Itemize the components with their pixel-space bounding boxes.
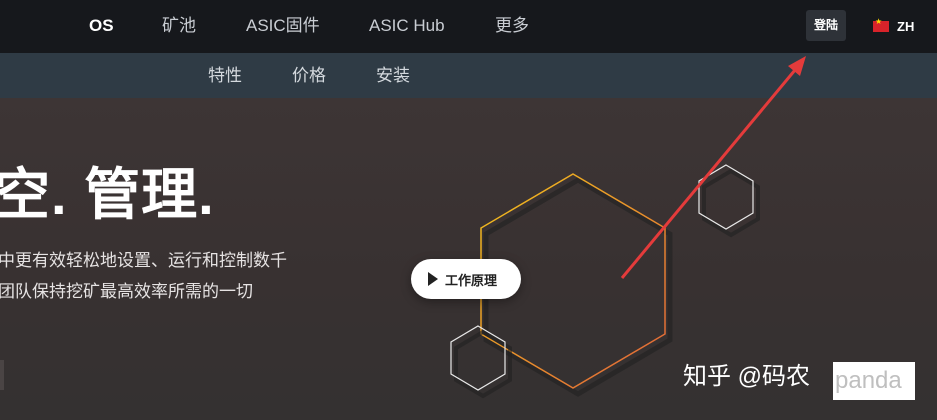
nav-item-pool[interactable]: 矿池 bbox=[162, 14, 196, 38]
nav-item-os[interactable]: OS bbox=[89, 14, 114, 38]
subnav-item-pricing[interactable]: 价格 bbox=[292, 64, 326, 88]
login-button[interactable]: 登陆 bbox=[806, 10, 846, 41]
play-icon bbox=[428, 272, 438, 286]
watermark-box-text: panda bbox=[835, 367, 902, 394]
how-it-works-label: 工作原理 bbox=[445, 272, 498, 288]
how-it-works-button[interactable]: 工作原理 bbox=[411, 259, 521, 299]
hero-headline: 空. 管理. bbox=[0, 163, 215, 226]
watermark-box: panda bbox=[833, 362, 915, 400]
china-flag-icon bbox=[873, 17, 889, 32]
subnav-item-install[interactable]: 安装 bbox=[376, 64, 410, 88]
nav-item-asic-firmware[interactable]: ASIC固件 bbox=[246, 14, 320, 38]
language-selector[interactable]: ZH bbox=[873, 17, 914, 35]
watermark-text: 知乎 @码农 bbox=[683, 363, 811, 390]
hero-description-line-2: 团队保持挖矿最高效率所需的一切 bbox=[0, 282, 253, 301]
nav-item-asic-hub[interactable]: ASIC Hub bbox=[369, 14, 445, 38]
top-navigation: OS 矿池 ASIC固件 ASIC Hub 更多 登陆 ZH bbox=[0, 0, 937, 53]
nav-item-more[interactable]: 更多 bbox=[495, 14, 529, 38]
sub-navigation: 特性 价格 安装 bbox=[0, 53, 937, 98]
hero-description-line-1: 中更有效轻松地设置、运行和控制数千 bbox=[0, 251, 287, 270]
left-edge-element bbox=[0, 360, 4, 390]
language-label: ZH bbox=[897, 18, 915, 34]
subnav-item-features[interactable]: 特性 bbox=[208, 64, 242, 88]
